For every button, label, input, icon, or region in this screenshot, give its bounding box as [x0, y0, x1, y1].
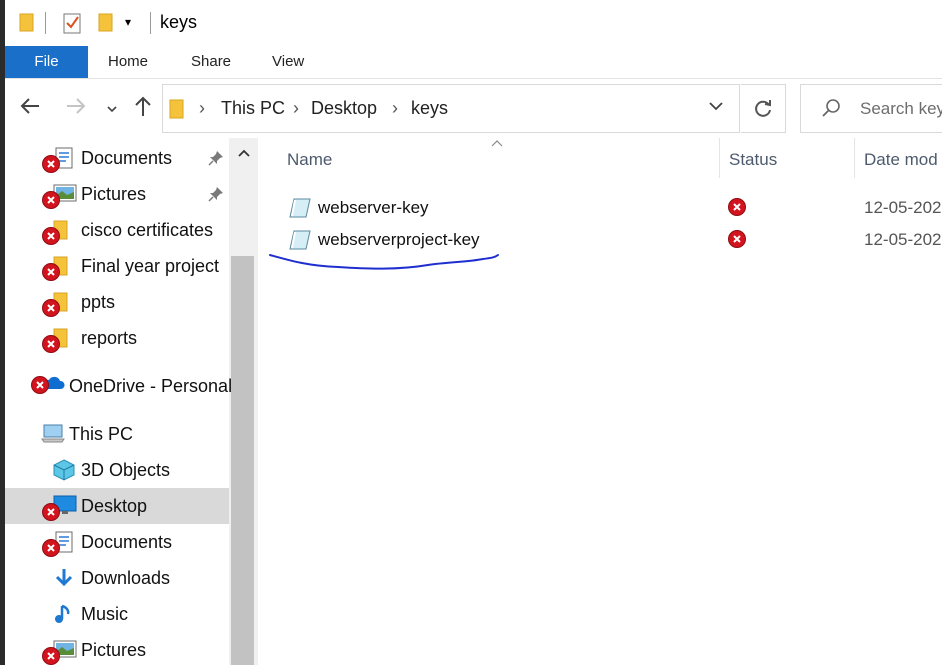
- tab-share[interactable]: Share: [191, 46, 231, 78]
- sync-error-icon: [42, 191, 60, 209]
- sidebar-item-downloads[interactable]: Downloads: [5, 560, 229, 596]
- sidebar-item-onedrive-personal[interactable]: OneDrive - Personal: [5, 368, 233, 404]
- file-date-modified: 12-05-202: [864, 230, 942, 249]
- breadcrumb-chevron-icon[interactable]: ›: [392, 98, 398, 119]
- column-divider[interactable]: [854, 138, 855, 178]
- address-dropdown-chevron-icon[interactable]: [708, 98, 724, 118]
- breadcrumb-this-pc[interactable]: This PC: [221, 98, 285, 119]
- sidebar-item-desktop[interactable]: Desktop: [5, 488, 229, 524]
- sort-ascending-icon: [491, 136, 503, 150]
- up-arrow-icon[interactable]: [133, 95, 153, 123]
- column-header-date-modified[interactable]: Date mod: [864, 150, 938, 170]
- refresh-button[interactable]: [741, 84, 786, 133]
- sidebar-item-label: Pictures: [81, 184, 147, 204]
- new-folder-icon[interactable]: [98, 12, 114, 37]
- scrollbar-thumb[interactable]: [231, 256, 254, 665]
- downloads-icon: [53, 567, 75, 594]
- sidebar-item-label: Documents: [81, 532, 173, 552]
- address-bar[interactable]: › This PC › Desktop › keys: [162, 84, 740, 133]
- breadcrumb-keys[interactable]: keys: [411, 98, 448, 119]
- sync-error-icon: [42, 299, 60, 317]
- file-date-modified: 12-05-202: [864, 198, 942, 217]
- sync-error-icon: [42, 227, 60, 245]
- folder-icon: [169, 98, 185, 125]
- sync-error-icon: [42, 335, 60, 353]
- separator: [45, 12, 46, 34]
- sidebar-item-label: Downloads: [81, 568, 171, 588]
- file-name: webserverproject-key: [318, 230, 480, 249]
- sidebar-scrollbar[interactable]: [229, 138, 258, 665]
- sidebar-item-label: Music: [81, 604, 129, 624]
- sidebar-item-pictures[interactable]: Pictures: [5, 632, 229, 665]
- sidebar-item-label: cisco certificates: [81, 220, 214, 240]
- breadcrumb-chevron-icon[interactable]: ›: [199, 98, 205, 119]
- tab-view[interactable]: View: [272, 46, 304, 78]
- column-divider[interactable]: [719, 138, 720, 178]
- forward-arrow-icon[interactable]: [65, 95, 87, 123]
- search-input[interactable]: Search keys: [860, 99, 942, 119]
- column-header-status[interactable]: Status: [729, 150, 777, 170]
- breadcrumb-chevron-icon[interactable]: ›: [293, 98, 299, 119]
- title-bar: ▾ keys: [5, 0, 942, 46]
- sidebar-item-final-year-project[interactable]: Final year project: [5, 248, 229, 284]
- tab-home[interactable]: Home: [108, 46, 148, 78]
- music-icon: [53, 603, 75, 630]
- tab-file[interactable]: File: [5, 46, 88, 78]
- sidebar-item-label: OneDrive - Personal: [69, 376, 233, 396]
- sync-error-icon: [42, 539, 60, 557]
- this-pc-icon: [41, 423, 65, 450]
- sync-error-icon: [42, 503, 60, 521]
- sidebar-item-label: ppts: [81, 292, 116, 312]
- sidebar-item-pictures[interactable]: Pictures: [5, 176, 229, 212]
- sidebar-item-label: Desktop: [81, 496, 148, 516]
- window-title: keys: [160, 12, 198, 32]
- sync-error-icon: [31, 376, 49, 394]
- sidebar-item-label: reports: [81, 328, 138, 348]
- text-file-icon: [288, 197, 312, 224]
- sidebar-item-label: 3D Objects: [81, 460, 171, 480]
- pin-icon[interactable]: [208, 150, 224, 171]
- properties-icon[interactable]: [63, 12, 81, 39]
- sidebar-item-label: This PC: [69, 424, 134, 444]
- sidebar-item-reports[interactable]: reports: [5, 320, 229, 356]
- handwritten-underline-annotation: [269, 254, 499, 270]
- file-name: webserver-key: [318, 198, 429, 217]
- sidebar-item-music[interactable]: Music: [5, 596, 229, 632]
- scroll-up-chevron-icon[interactable]: [229, 138, 258, 168]
- customize-toolbar-icon[interactable]: ▾: [125, 15, 131, 29]
- folder-icon: [19, 12, 35, 37]
- sidebar-item-documents[interactable]: Documents: [5, 140, 229, 176]
- recent-locations-chevron-icon[interactable]: [106, 98, 118, 124]
- sync-error-icon: [42, 263, 60, 281]
- sync-error-icon: [42, 647, 60, 665]
- separator: [150, 12, 151, 34]
- navigation-bar: › This PC › Desktop › keys Search keys: [5, 80, 942, 138]
- ribbon-tabs: File Home Share View: [5, 46, 942, 79]
- sidebar-item-ppts[interactable]: ppts: [5, 284, 229, 320]
- sync-error-icon: [42, 155, 60, 173]
- search-box[interactable]: Search keys: [800, 84, 942, 133]
- file-list: Name Status Date mod webserver-key 12-05…: [258, 138, 942, 665]
- sidebar-item-label: Pictures: [81, 640, 147, 660]
- refresh-icon: [755, 100, 771, 117]
- navigation-pane: Documents Pictures cisco certificates Final…: [5, 138, 258, 665]
- sidebar-item-this-pc[interactable]: This PC: [5, 416, 229, 452]
- sidebar-item-3d-objects[interactable]: 3D Objects: [5, 452, 229, 488]
- search-icon: [821, 98, 841, 123]
- breadcrumb-desktop[interactable]: Desktop: [311, 98, 377, 119]
- back-arrow-icon[interactable]: [19, 95, 41, 123]
- sidebar-item-cisco-certificates[interactable]: cisco certificates: [5, 212, 229, 248]
- 3d-objects-icon: [53, 459, 75, 486]
- sidebar-item-label: Documents: [81, 148, 173, 168]
- sidebar-item-label: Final year project: [81, 256, 220, 276]
- file-row[interactable]: webserver-key 12-05-202: [280, 193, 942, 223]
- sidebar-item-documents[interactable]: Documents: [5, 524, 229, 560]
- pin-icon[interactable]: [208, 186, 224, 207]
- column-header-name[interactable]: Name: [287, 150, 332, 170]
